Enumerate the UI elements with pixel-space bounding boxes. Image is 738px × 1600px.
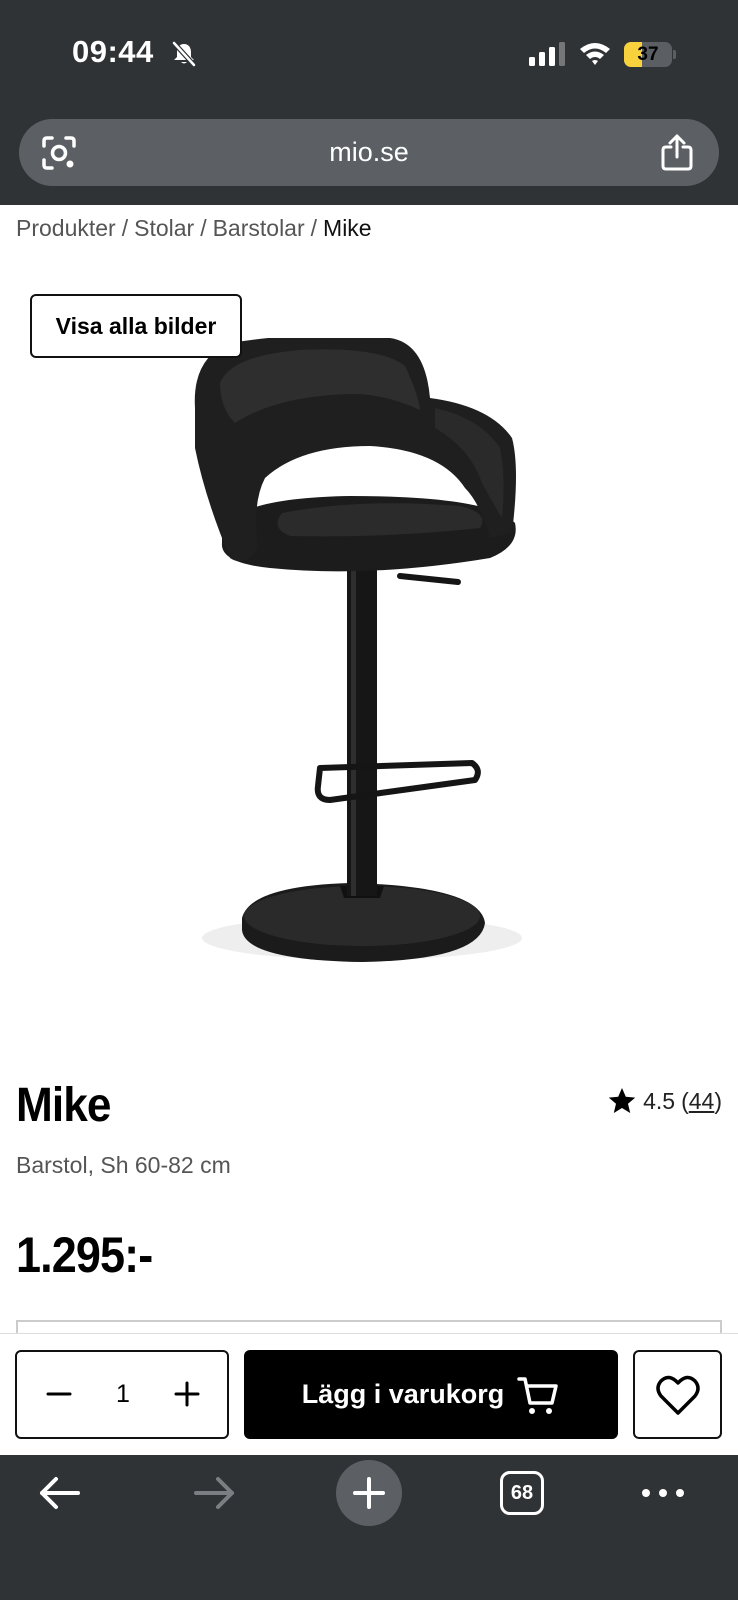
quantity-value[interactable]: 1 xyxy=(81,1352,165,1437)
add-to-cart-bar: 1 Lägg i varukorg xyxy=(0,1333,738,1453)
breadcrumb-separator: / xyxy=(200,215,207,241)
rating-count-link[interactable]: 44 xyxy=(689,1088,715,1114)
heart-icon xyxy=(656,1375,700,1415)
wishlist-button[interactable] xyxy=(633,1350,722,1439)
browser-top-bar: 09:44 37 mio.se xyxy=(0,0,738,205)
share-icon[interactable] xyxy=(659,133,695,171)
forward-arrow-icon[interactable] xyxy=(190,1471,238,1515)
back-arrow-icon[interactable] xyxy=(36,1471,84,1515)
rating-open-paren: ( xyxy=(681,1087,689,1114)
product-price: 1.295:- xyxy=(16,1227,153,1283)
breadcrumb-separator: / xyxy=(310,215,318,241)
browser-bottom-toolbar: 68 xyxy=(0,1455,738,1600)
cellular-signal-icon xyxy=(529,42,565,66)
star-icon xyxy=(608,1088,636,1113)
breadcrumb-item-produkter[interactable]: Produkter xyxy=(16,215,116,242)
add-to-cart-label: Lägg i varukorg xyxy=(301,1379,505,1409)
bell-slash-icon xyxy=(172,41,196,67)
breadcrumb-item-stolar[interactable]: Stolar xyxy=(134,215,194,242)
breadcrumb-item-barstolar[interactable]: Barstolar xyxy=(213,215,305,242)
product-subtitle: Barstol, Sh 60-82 cm xyxy=(16,1152,231,1178)
quantity-stepper: 1 xyxy=(15,1350,229,1439)
breadcrumb-item-current: Mike xyxy=(323,215,372,241)
address-bar[interactable]: mio.se xyxy=(19,119,719,186)
url-text[interactable]: mio.se xyxy=(19,119,719,186)
add-to-cart-button[interactable]: Lägg i varukorg xyxy=(244,1350,618,1439)
more-dots-icon[interactable] xyxy=(640,1483,686,1503)
product-title: Mike xyxy=(16,1079,111,1132)
product-rating[interactable]: 4.5 (44) xyxy=(607,1086,722,1116)
battery-level: 37 xyxy=(637,44,659,65)
plus-icon[interactable] xyxy=(165,1372,209,1416)
product-image[interactable] xyxy=(190,338,530,988)
rating-value: 4.5 xyxy=(643,1087,676,1114)
show-all-images-button[interactable]: Visa alla bilder xyxy=(30,294,242,358)
wifi-icon xyxy=(580,43,610,65)
shopping-cart-icon xyxy=(517,1376,559,1414)
breadcrumb-separator: / xyxy=(121,215,129,241)
minus-icon[interactable] xyxy=(37,1372,81,1416)
rating-close-paren: ) xyxy=(714,1087,722,1114)
tabs-button[interactable]: 68 xyxy=(500,1471,544,1515)
status-time: 09:44 xyxy=(72,34,154,69)
new-tab-button[interactable] xyxy=(336,1460,402,1526)
breadcrumb: Produkter / Stolar / Barstolar / Mike xyxy=(16,215,372,242)
new-tab-plus-icon xyxy=(353,1477,385,1509)
battery-icon: 37 xyxy=(624,42,676,67)
